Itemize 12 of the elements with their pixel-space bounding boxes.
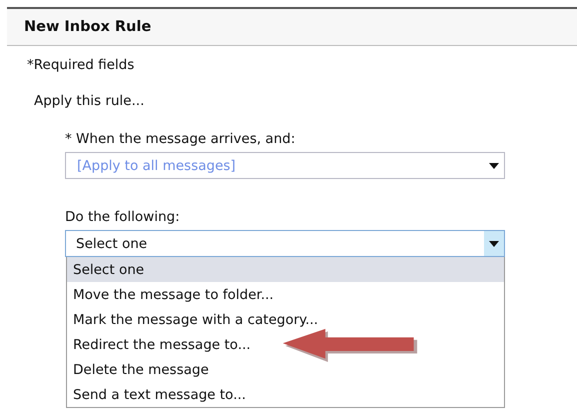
caret-icon [489,240,499,246]
field-label: Do the following: [65,209,180,225]
dropdown-value: [Apply to all messages] [77,158,236,174]
panel-title: New Inbox Rule [24,19,152,35]
field-label: * When the message arrives, and: [65,131,296,147]
action-dropdown[interactable]: Select one [65,230,505,257]
dropdown-option[interactable]: Select one [67,257,504,282]
caret-icon [489,162,499,168]
dropdown-button[interactable] [484,231,504,256]
section-label: Apply this rule... [34,93,144,109]
dropdown-value: Select one [76,236,148,252]
required-note: *Required fields [27,57,134,73]
